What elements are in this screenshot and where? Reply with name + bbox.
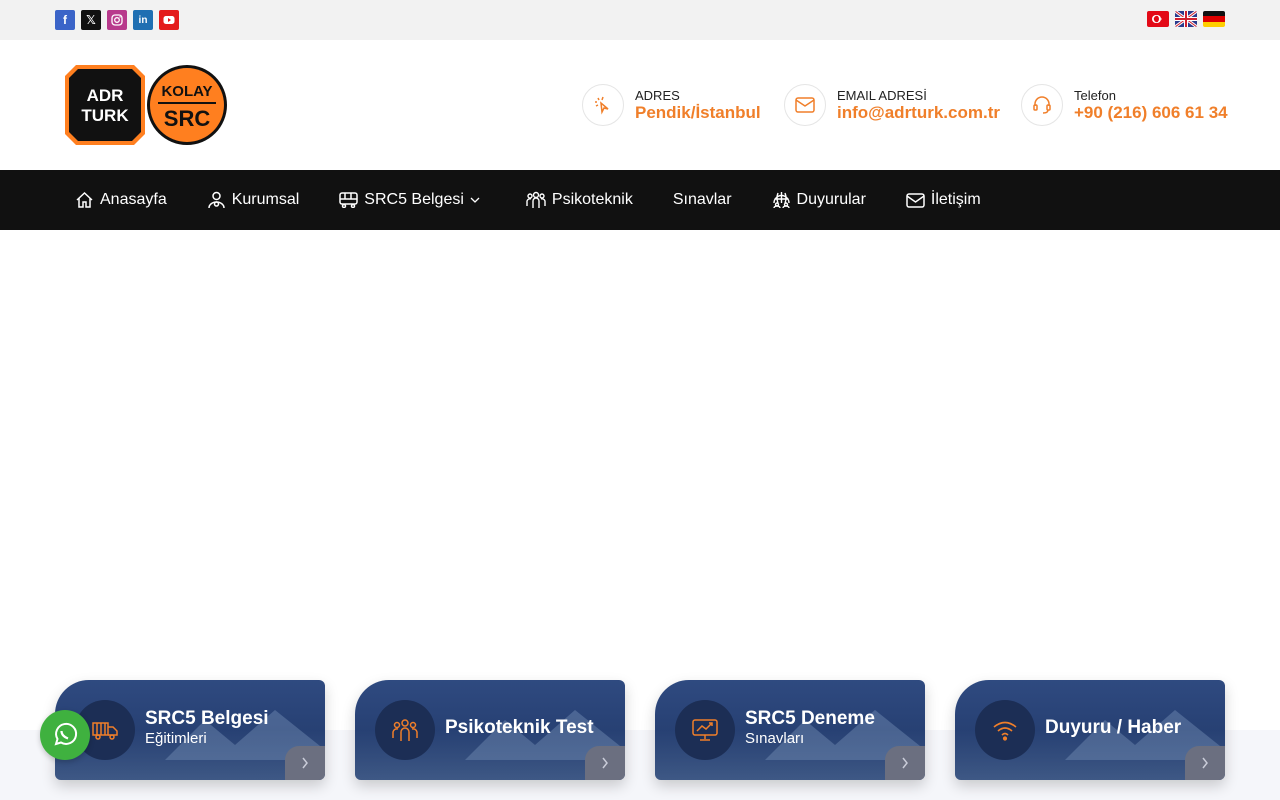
- hero-slider-area: [0, 230, 1280, 730]
- nav-psycho-label: Psikoteknik: [551, 191, 633, 208]
- feature-card-src5[interactable]: SRC5 Belgesi Eğitimleri: [55, 680, 325, 780]
- nav-corporate[interactable]: Kurumsal: [207, 191, 300, 209]
- phone-label: Telefon: [1074, 87, 1116, 103]
- site-logo[interactable]: ADR TURK KOLAY SRC: [64, 64, 228, 146]
- chevron-right-icon[interactable]: [585, 746, 625, 780]
- bus-icon: [339, 192, 359, 208]
- card-title: Duyuru / Haber: [1045, 717, 1182, 738]
- german-flag[interactable]: [1203, 11, 1225, 27]
- headset-icon: [1021, 84, 1063, 126]
- card-subtitle: Eğitimleri: [145, 730, 207, 747]
- nav-home-label: Anasayfa: [100, 191, 167, 208]
- nav-psycho[interactable]: Psikoteknik: [526, 191, 633, 209]
- svg-text:SRC: SRC: [164, 106, 211, 131]
- email-value[interactable]: info@adrturk.com.tr: [837, 103, 1000, 123]
- home-icon: [76, 191, 93, 208]
- language-switcher: [1147, 11, 1225, 27]
- svg-text:KOLAY: KOLAY: [161, 83, 212, 100]
- card-subtitle: Sınavları: [745, 730, 805, 747]
- main-navigation: Anasayfa Kurumsal SRC5 Belgesi Psikotekn…: [0, 170, 1280, 230]
- nav-contact[interactable]: İletişim: [906, 191, 981, 209]
- email-label: EMAIL ADRESİ: [837, 87, 927, 103]
- feature-card-news[interactable]: Duyuru / Haber: [955, 680, 1225, 780]
- linkedin-icon[interactable]: in: [133, 10, 153, 30]
- users-icon: [207, 191, 225, 209]
- site-header: ADR TURK KOLAY SRC ADRES Pendik/İstanbul…: [0, 40, 1280, 170]
- chevron-right-icon[interactable]: [1185, 746, 1225, 780]
- phone-value[interactable]: +90 (216) 606 61 34: [1074, 103, 1228, 123]
- pointer-click-icon: [582, 84, 624, 126]
- nav-src5-label: SRC5 Belgesi: [364, 191, 464, 208]
- email-info: EMAIL ADRESİ info@adrturk.com.tr: [784, 84, 1000, 126]
- wifi-icon: [975, 700, 1035, 760]
- mail-icon: [784, 84, 826, 126]
- top-bar: f 𝕏 in: [0, 0, 1280, 40]
- card-title: SRC5 Belgesi: [145, 708, 269, 729]
- card-title: SRC5 Deneme: [745, 708, 875, 729]
- facebook-icon[interactable]: f: [55, 10, 75, 30]
- english-flag[interactable]: [1175, 11, 1197, 27]
- nav-exams[interactable]: Sınavlar: [673, 191, 732, 209]
- feature-card-src5-exam[interactable]: SRC5 Deneme Sınavları: [655, 680, 925, 780]
- feature-card-psychotechnic[interactable]: Psikoteknik Test: [355, 680, 625, 780]
- svg-text:TURK: TURK: [81, 106, 129, 125]
- card-title: Psikoteknik Test: [445, 717, 594, 738]
- phone-info: Telefon +90 (216) 606 61 34: [1021, 84, 1228, 126]
- nav-exams-label: Sınavlar: [672, 191, 732, 208]
- youtube-icon[interactable]: [159, 10, 179, 30]
- nav-src5[interactable]: SRC5 Belgesi: [339, 191, 486, 209]
- chevron-down-icon: [470, 197, 480, 203]
- chevron-right-icon[interactable]: [285, 746, 325, 780]
- monitor-chart-icon: [675, 700, 735, 760]
- whatsapp-icon: [54, 722, 78, 746]
- group-icon: [375, 700, 435, 760]
- x-icon[interactable]: 𝕏: [81, 10, 101, 30]
- nav-announcements[interactable]: Duyurular: [772, 191, 866, 209]
- chevron-right-icon[interactable]: [885, 746, 925, 780]
- nav-home[interactable]: Anasayfa: [75, 191, 167, 209]
- nav-announcements-label: Duyurular: [796, 191, 866, 208]
- address-label: ADRES: [635, 87, 680, 103]
- group-icon: [526, 191, 546, 208]
- nav-corporate-label: Kurumsal: [231, 191, 300, 208]
- social-links: f 𝕏 in: [55, 10, 179, 30]
- whatsapp-button[interactable]: [40, 710, 90, 760]
- nav-contact-label: İletişim: [930, 191, 981, 208]
- globe-users-icon: [772, 192, 790, 209]
- address-value[interactable]: Pendik/İstanbul: [635, 103, 761, 123]
- address-info: ADRES Pendik/İstanbul: [582, 84, 761, 126]
- instagram-icon[interactable]: [107, 10, 127, 30]
- turkish-flag[interactable]: [1147, 11, 1169, 27]
- svg-text:ADR: ADR: [87, 86, 124, 105]
- envelope-icon: [906, 192, 925, 208]
